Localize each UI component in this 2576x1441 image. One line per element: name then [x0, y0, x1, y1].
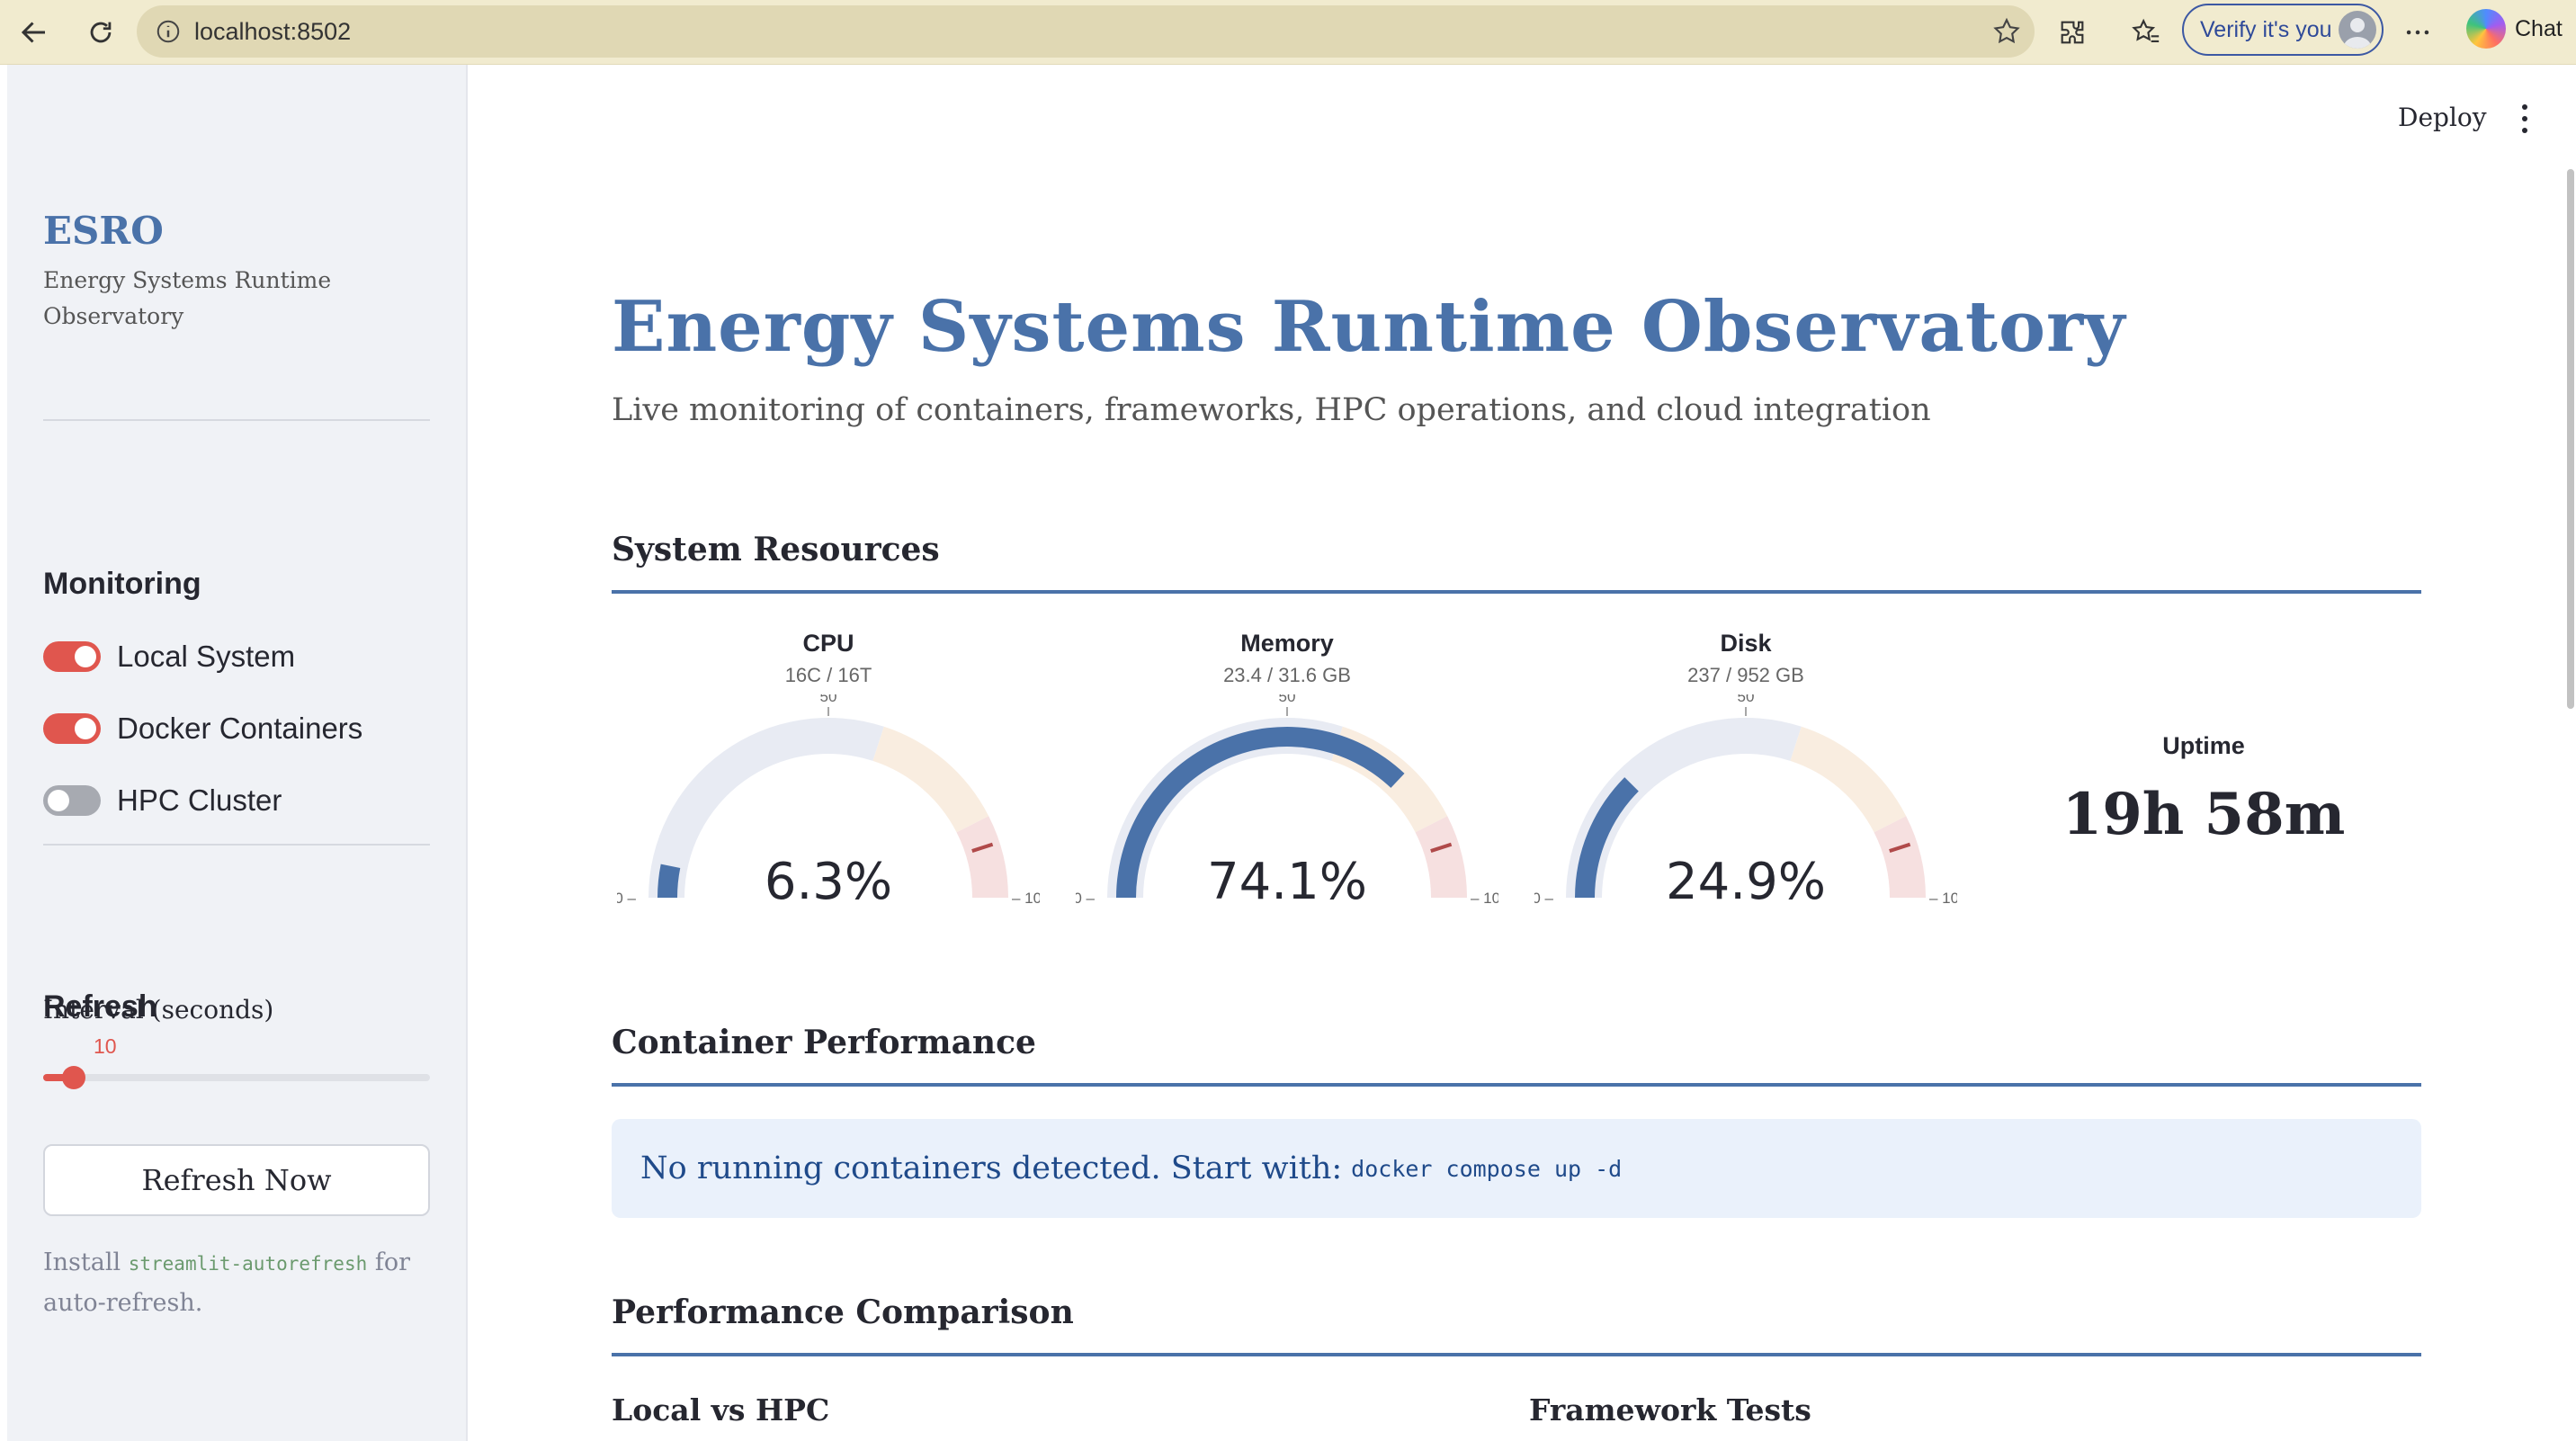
page-scrollbar[interactable] [2567, 169, 2574, 709]
gauge-title: CPU [802, 630, 854, 657]
toggle-switch[interactable] [43, 713, 101, 744]
brand-subtitle: Energy Systems Runtime Observatory [43, 267, 332, 329]
toggle-hpc-cluster[interactable]: HPC Cluster [43, 783, 282, 819]
toggle-switch[interactable] [43, 641, 101, 672]
alert-text: No running containers detected. Start wi… [640, 1150, 1343, 1186]
verify-label: Verify it's you [2200, 16, 2332, 42]
uptime-label: Uptime [2162, 732, 2245, 759]
gauge-tick-label: 50 [820, 694, 837, 705]
page-title: Energy Systems Runtime Observatory [612, 286, 2126, 368]
refresh-now-button[interactable]: Refresh Now [43, 1144, 430, 1216]
address-bar[interactable]: localhost:8502 [137, 5, 2035, 58]
gauge-band-warning [1790, 726, 1907, 833]
gauge-title: Memory [1240, 630, 1334, 657]
copilot-icon [2466, 9, 2506, 49]
alert-code: docker compose up -d [1351, 1155, 1623, 1182]
more-options-icon[interactable] [2398, 13, 2437, 52]
interval-slider[interactable] [43, 1066, 430, 1089]
favorites-icon[interactable] [2126, 13, 2166, 52]
section-underline [612, 590, 2421, 594]
interval-label: Interval (seconds) [43, 995, 274, 1025]
gauge-value: 24.9% [1666, 853, 1826, 911]
verify-profile-button[interactable]: Verify it's you [2182, 4, 2384, 56]
container-performance-heading: Container Performance [612, 1024, 1036, 1061]
uptime-value: 19h 58m [2062, 781, 2346, 848]
back-icon[interactable] [13, 11, 56, 54]
interval-value: 10 [94, 1034, 117, 1058]
toggle-local-system[interactable]: Local System [43, 639, 295, 675]
reload-icon[interactable] [79, 11, 122, 54]
sidebar: ESRO Energy Systems Runtime Observatory … [7, 65, 468, 1441]
copilot-chat-button[interactable]: Chat [2466, 9, 2563, 49]
main-menu-icon[interactable] [2522, 104, 2529, 133]
site-info-icon[interactable] [155, 18, 182, 49]
install-note: Install streamlit-autorefresh for auto-r… [43, 1243, 439, 1323]
url-text: localhost:8502 [194, 18, 352, 45]
local-vs-hpc-heading: Local vs HPC [612, 1392, 830, 1428]
gauge-tick-label: 50 [1738, 694, 1755, 705]
gauge-subtitle: 237 / 952 GB [1687, 664, 1804, 686]
performance-comparison-heading: Performance Comparison [612, 1293, 1074, 1331]
slider-thumb[interactable] [62, 1066, 86, 1089]
deploy-button[interactable]: Deploy [2398, 103, 2487, 132]
toggle-label: Docker Containers [117, 712, 363, 745]
gauge-memory: Memory 23.4 / 31.6 GB 500 –– 100 74.1% [1076, 622, 1498, 928]
section-underline [612, 1353, 2421, 1356]
gauge-title: Disk [1720, 630, 1772, 657]
divider [43, 844, 430, 846]
gauge-subtitle: 23.4 / 31.6 GB [1223, 664, 1351, 686]
framework-tests-heading: Framework Tests [1529, 1392, 1811, 1428]
browser-toolbar: localhost:8502 Verify it's you Chat [0, 0, 2576, 65]
brand-title: ESRO [43, 209, 164, 253]
install-prefix: Install [43, 1249, 121, 1276]
gauge-value: 74.1% [1207, 853, 1367, 911]
chat-label: Chat [2515, 15, 2563, 41]
gauge-value: 6.3% [764, 853, 893, 911]
favorite-star-icon[interactable] [1991, 16, 2022, 50]
monitoring-heading: Monitoring [43, 567, 201, 601]
no-containers-alert: No running containers detected. Start wi… [612, 1119, 2421, 1218]
extensions-icon[interactable] [2053, 13, 2092, 52]
page-subtitle: Live monitoring of containers, framework… [612, 392, 1931, 428]
toggle-label: Local System [117, 640, 296, 673]
toggle-docker-containers[interactable]: Docker Containers [43, 711, 362, 747]
section-underline [612, 1083, 2421, 1087]
divider [43, 419, 430, 421]
toggle-label: HPC Cluster [117, 783, 282, 817]
gauge-subtitle: 16C / 16T [784, 664, 872, 686]
system-resources-heading: System Resources [612, 531, 940, 568]
gauge-tick-label: 50 [1279, 694, 1296, 705]
gauge-cpu: CPU 16C / 16T 500 –– 100 6.3% [617, 622, 1040, 928]
install-code: streamlit-autorefresh [128, 1253, 368, 1275]
gauge-disk: Disk 237 / 952 GB 500 –– 100 24.9% [1534, 622, 1957, 928]
toggle-switch[interactable] [43, 785, 101, 816]
profile-avatar-icon [2339, 11, 2376, 49]
gauge-band-warning [872, 726, 989, 833]
